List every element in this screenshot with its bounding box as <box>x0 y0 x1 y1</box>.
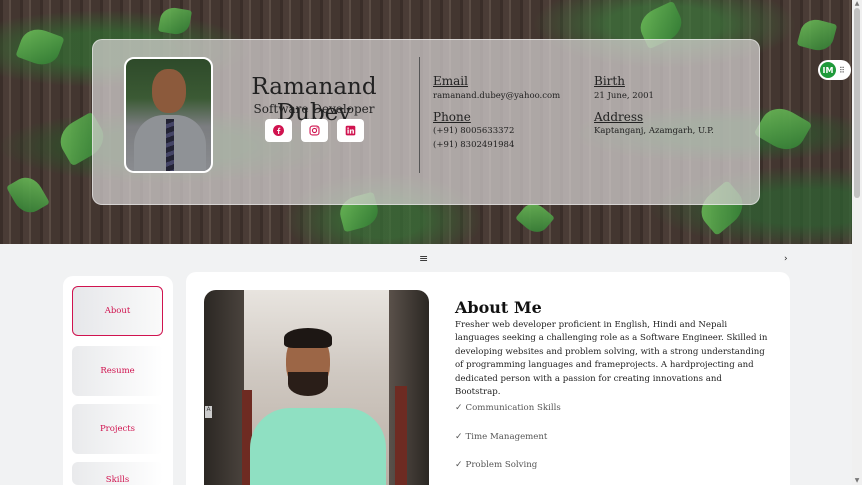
email-value[interactable]: ramanand.dubey@yahoo.com <box>433 89 560 103</box>
ivy-leaf-decoration <box>157 5 193 37</box>
linkedin-icon <box>345 125 356 136</box>
facebook-icon <box>273 125 284 136</box>
social-links <box>265 119 364 142</box>
scrollbar-thumb[interactable] <box>854 8 860 198</box>
ivy-leaf-decoration <box>753 101 813 157</box>
sidebar-item-skills[interactable]: Skills <box>72 462 163 485</box>
skill-item: ✓ Communication Skills <box>455 403 561 413</box>
address-value: Kaptanganj, Azamgarh, U.P. <box>594 126 714 136</box>
email-label: Email <box>433 74 468 88</box>
phone-value-2[interactable]: (+91) 8302491984 <box>433 138 514 152</box>
instagram-button[interactable] <box>301 119 328 142</box>
menu-icon[interactable]: ≡ <box>419 252 428 265</box>
ivy-leaf-decoration <box>796 16 838 54</box>
scroll-down-icon[interactable]: ▼ <box>853 477 861 484</box>
sidebar-item-about[interactable]: About <box>72 286 163 336</box>
instagram-icon <box>309 125 320 136</box>
check-icon: ✓ <box>455 460 463 470</box>
profile-role: Software Developer <box>253 102 375 116</box>
ivy-leaf-decoration <box>6 171 50 219</box>
sidebar-item-resume[interactable]: Resume <box>72 346 163 396</box>
profile-photo <box>124 57 213 173</box>
birth-label: Birth <box>594 74 625 88</box>
address-label: Address <box>594 110 644 124</box>
skill-label: Problem Solving <box>465 460 538 470</box>
skill-label: Communication Skills <box>465 403 561 413</box>
page-scrollbar[interactable]: ▲ ▼ <box>852 0 862 485</box>
scroll-up-icon[interactable]: ▲ <box>853 0 861 7</box>
linkedin-button[interactable] <box>337 119 364 142</box>
extension-badge[interactable]: IM ⠿ <box>818 60 851 80</box>
about-photo: A <box>204 290 429 485</box>
skill-label: Time Management <box>465 432 548 442</box>
check-icon: ✓ <box>455 432 463 442</box>
about-title: About Me <box>455 298 542 317</box>
drag-handle-icon[interactable]: ⠿ <box>839 66 845 75</box>
phone-value-1[interactable]: (+91) 8005633372 <box>433 124 514 138</box>
grammar-extension-icon: IM <box>820 62 836 78</box>
skill-item: ✓ Time Management <box>455 432 547 442</box>
facebook-button[interactable] <box>265 119 292 142</box>
check-icon: ✓ <box>455 403 463 413</box>
photo-tag: A <box>205 406 212 418</box>
ivy-leaf-decoration <box>15 24 65 70</box>
chevron-right-icon[interactable]: › <box>784 254 788 264</box>
phone-label: Phone <box>433 110 471 124</box>
about-description: Fresher web developer proficient in Engl… <box>455 320 768 398</box>
info-divider <box>419 57 420 173</box>
skill-item: ✓ Problem Solving <box>455 460 537 470</box>
sidebar-item-projects[interactable]: Projects <box>72 404 163 454</box>
birth-value: 21 June, 2001 <box>594 91 654 101</box>
